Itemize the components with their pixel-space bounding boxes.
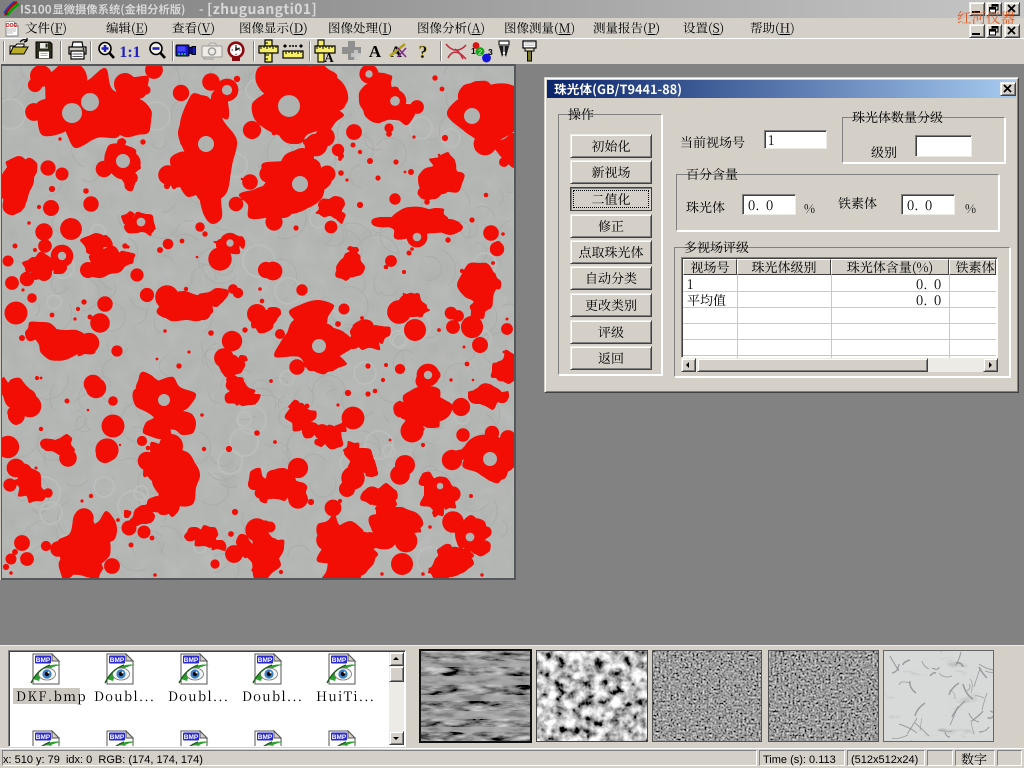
svg-text:BMP: BMP	[110, 734, 125, 741]
svg-text:2: 2	[478, 48, 482, 57]
svg-text:BMP: BMP	[36, 734, 51, 741]
svg-text:?: ?	[419, 42, 428, 62]
svg-text:BMP: BMP	[110, 657, 125, 664]
svg-text:BMP: BMP	[332, 734, 347, 741]
svg-text:A: A	[324, 50, 334, 65]
svg-text:A: A	[369, 42, 382, 61]
svg-text:BMP: BMP	[184, 657, 199, 664]
svg-text:BMP: BMP	[184, 734, 199, 741]
svg-text:3: 3	[488, 47, 493, 57]
svg-text:BMP: BMP	[258, 657, 273, 664]
svg-text:1:1: 1:1	[119, 44, 140, 61]
svg-text:BMP: BMP	[332, 657, 347, 664]
svg-text:DOC: DOC	[6, 23, 18, 29]
svg-text:BMP: BMP	[36, 657, 51, 664]
svg-text:BMP: BMP	[258, 734, 273, 741]
svg-text:1: 1	[471, 46, 476, 56]
